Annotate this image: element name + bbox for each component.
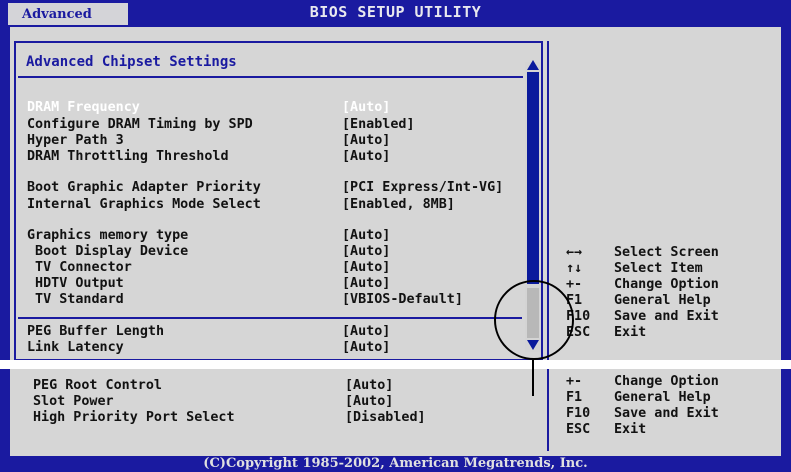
setting-label-graphics-memory-type[interactable]: Graphics memory type [27,228,188,243]
setting-value-peg-root-control[interactable]: [Auto] [345,378,393,393]
help-desc-exit-2: Exit [614,422,647,437]
list-separator [18,317,522,319]
section-title: Advanced Chipset Settings [26,54,237,70]
help-desc-general-help-2: General Help [614,390,711,405]
help-desc-select-screen: Select Screen [614,245,719,260]
setting-label-peg-buffer-length[interactable]: PEG Buffer Length [27,324,164,339]
help-desc-exit: Exit [614,325,647,340]
help-desc-change-option-2: Change Option [614,374,719,389]
setting-label-link-latency[interactable]: Link Latency [27,340,124,355]
setting-label-tv-standard[interactable]: TV Standard [27,292,124,307]
setting-value-slot-power[interactable]: [Auto] [345,394,393,409]
setting-label-tv-connector[interactable]: TV Connector [27,260,132,275]
setting-label-hdtv-output[interactable]: HDTV Output [27,276,124,291]
setting-value-dram-throttling[interactable]: [Auto] [342,149,390,164]
setting-label-boot-display-device[interactable]: Boot Display Device [27,244,188,259]
setting-value-graphics-memory-type[interactable]: [Auto] [342,228,390,243]
help-panel-divider [547,41,549,451]
setting-value-boot-display-device[interactable]: [Auto] [342,244,390,259]
setting-value-hdtv-output[interactable]: [Auto] [342,276,390,291]
setting-label-boot-graphic-adapter[interactable]: Boot Graphic Adapter Priority [27,180,261,195]
help-key-select-item: ↑↓ [566,261,583,276]
setting-label-high-priority-port[interactable]: High Priority Port Select [33,410,235,425]
help-key-change-option-2: +- [566,374,583,389]
screenshot-split-band [0,360,791,369]
help-key-general-help-2: F1 [566,390,583,405]
setting-label-peg-root-control[interactable]: PEG Root Control [33,378,162,393]
copyright-text: (C)Copyright 1985-2002, American Megatre… [203,456,588,471]
zoom-callout-line [532,360,534,396]
setting-value-dram-frequency[interactable]: [Auto] [342,100,390,115]
setting-value-link-latency[interactable]: [Auto] [342,340,390,355]
help-desc-save-exit-2: Save and Exit [614,406,719,421]
help-desc-select-item: Select Item [614,261,703,276]
help-key-save-exit-2: F10 [566,406,591,421]
help-desc-change-option: Change Option [614,277,719,292]
setting-value-tv-connector[interactable]: [Auto] [342,260,390,275]
setting-label-slot-power[interactable]: Slot Power [33,394,114,409]
scrollbar-thumb[interactable] [527,72,539,284]
scroll-up-arrow-icon[interactable] [527,60,539,70]
help-key-change-option: +- [566,277,583,292]
setting-value-hyper-path-3[interactable]: [Auto] [342,133,390,148]
setting-value-high-priority-port[interactable]: [Disabled] [345,410,426,425]
setting-value-configure-dram-timing[interactable]: [Enabled] [342,117,415,132]
setting-label-hyper-path-3[interactable]: Hyper Path 3 [27,133,124,148]
setting-value-boot-graphic-adapter[interactable]: [PCI Express/Int-VG] [342,180,503,195]
help-key-exit-2: ESC [566,422,591,437]
help-desc-save-exit: Save and Exit [614,309,719,324]
setting-label-internal-graphics-mode[interactable]: Internal Graphics Mode Select [27,197,261,212]
help-desc-general-help: General Help [614,293,711,308]
setting-label-configure-dram-timing[interactable]: Configure DRAM Timing by SPD [27,117,253,132]
section-divider [18,76,523,78]
setting-label-dram-frequency[interactable]: DRAM Frequency [27,100,140,115]
zoom-callout-circle [494,280,574,360]
help-key-select-screen: ←→ [566,245,583,260]
setting-value-tv-standard[interactable]: [VBIOS-Default] [342,292,463,307]
bios-title: BIOS SETUP UTILITY [309,3,482,21]
setting-value-internal-graphics-mode[interactable]: [Enabled, 8MB] [342,197,455,212]
setting-value-peg-buffer-length[interactable]: [Auto] [342,324,390,339]
setting-label-dram-throttling[interactable]: DRAM Throttling Threshold [27,149,229,164]
